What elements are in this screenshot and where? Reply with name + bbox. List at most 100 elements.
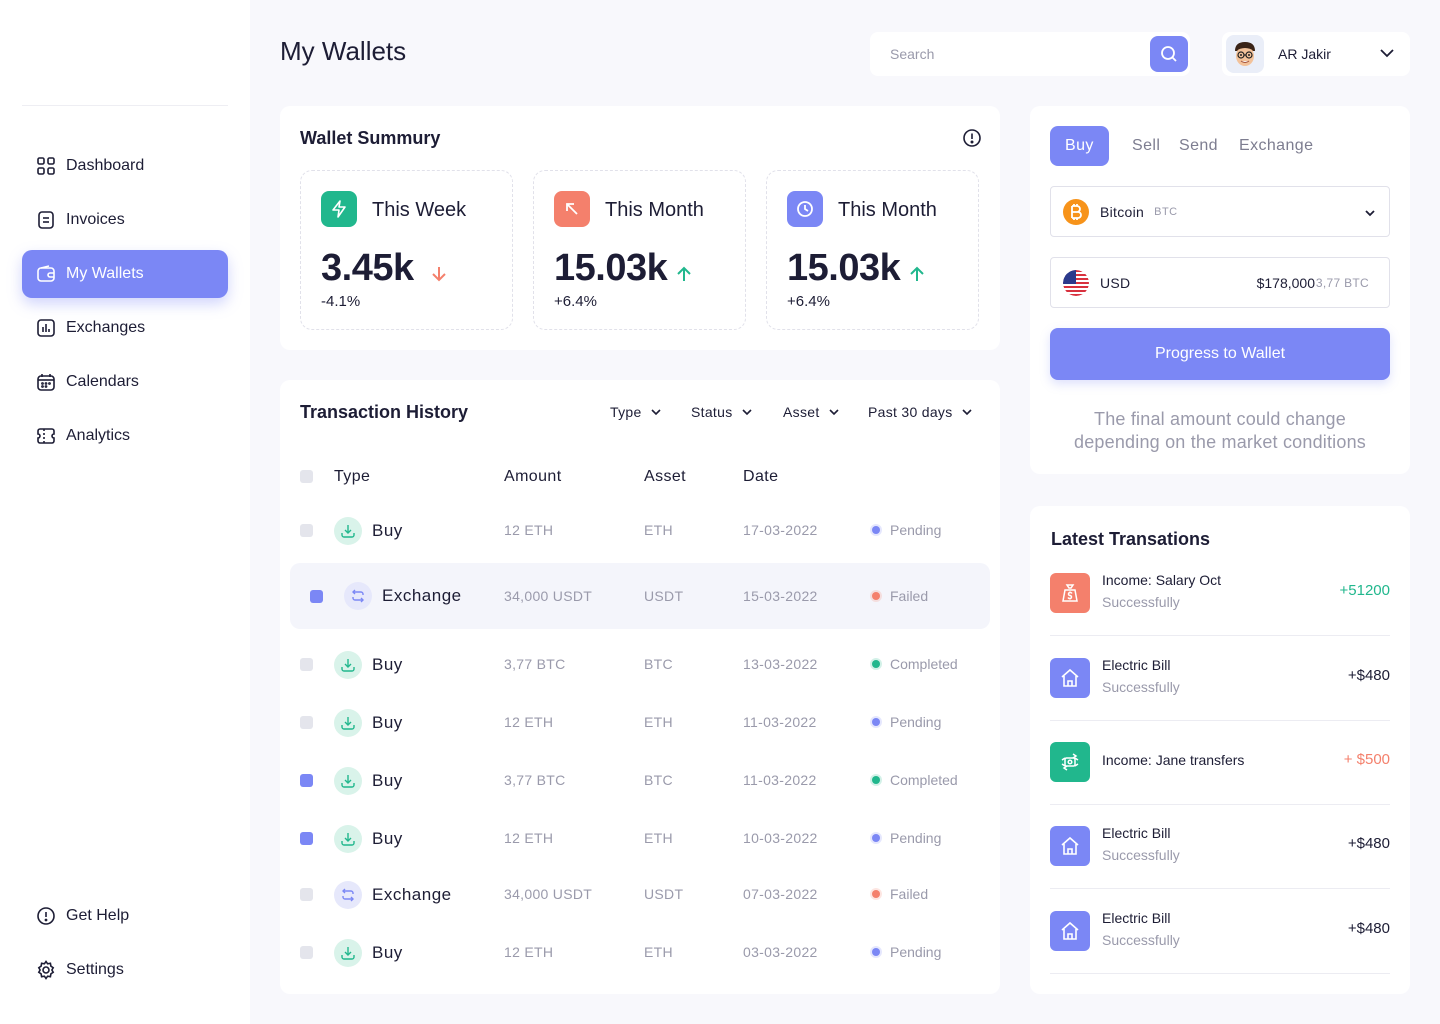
sidebar-item-label: Exchanges — [66, 319, 146, 336]
stat-card-this-month: This Month 15.03k +6.4% — [533, 170, 746, 330]
list-item[interactable]: Income: Salary Oct Successfully +51200 — [1050, 551, 1390, 636]
tab-buy[interactable]: Buy — [1050, 126, 1109, 166]
tab-send[interactable]: Send — [1179, 126, 1218, 166]
status-dot — [872, 592, 880, 600]
column-header-date[interactable]: Date — [743, 468, 778, 486]
column-header-type[interactable]: Type — [334, 468, 370, 486]
transfer-icon — [1050, 742, 1090, 782]
row-amount: 12 ETH — [504, 714, 554, 730]
table-row[interactable]: Exchange 34,000 USDT USDT 15-03-2022 Failed — [290, 563, 990, 629]
stat-value: 15.03k — [787, 247, 901, 289]
search-input[interactable] — [870, 32, 1140, 76]
wallet-summary-card: Wallet Summury This Week 3.45k -4.1% Thi… — [280, 106, 1000, 350]
row-checkbox[interactable] — [300, 888, 313, 901]
row-type: Buy — [372, 713, 403, 732]
tab-exchange[interactable]: Exchange — [1239, 126, 1313, 166]
latest-transactions-card: Latest Transations Income: Salary Oct Suc… — [1030, 506, 1410, 994]
stat-card-this-month-2: This Month 15.03k +6.4% — [766, 170, 979, 330]
status-dot — [872, 834, 880, 842]
transaction-amount: +$480 — [1347, 920, 1390, 937]
sidebar-item-invoices[interactable]: Invoices — [22, 196, 228, 244]
row-asset: ETH — [644, 714, 673, 730]
table-row[interactable]: Buy 12 ETH ETH 17-03-2022 Pending — [280, 502, 1000, 560]
status-dot — [872, 890, 880, 898]
search-box — [870, 32, 1190, 76]
table-row[interactable]: Exchange 34,000 USDT USDT 07-03-2022 Failed — [280, 866, 1000, 924]
table-row[interactable]: Buy 12 ETH ETH 11-03-2022 Pending — [280, 694, 1000, 752]
row-checkbox[interactable] — [300, 774, 313, 787]
status-label: Completed — [890, 656, 958, 672]
user-menu[interactable]: AR Jakir — [1222, 32, 1410, 76]
list-item[interactable]: Electric Bill Successfully +$480 — [1050, 889, 1390, 974]
transaction-status: Successfully — [1102, 847, 1180, 863]
invoice-icon — [38, 211, 54, 229]
transaction-amount: +$480 — [1347, 667, 1390, 684]
row-checkbox[interactable] — [300, 832, 313, 845]
info-icon[interactable] — [962, 128, 982, 148]
stat-label: This Month — [838, 199, 937, 221]
column-header-amount[interactable]: Amount — [504, 468, 562, 486]
transaction-status: Successfully — [1102, 932, 1180, 948]
row-asset: BTC — [644, 772, 673, 788]
row-type: Exchange — [382, 586, 462, 605]
table-row[interactable]: Buy 3,77 BTC BTC 11-03-2022 Completed — [280, 752, 1000, 810]
row-checkbox[interactable] — [300, 524, 313, 537]
table-row[interactable]: Buy 3,77 BTC BTC 13-03-2022 Completed — [280, 636, 1000, 694]
progress-to-wallet-button[interactable]: Progress to Wallet — [1050, 328, 1390, 380]
row-checkbox[interactable] — [300, 946, 313, 959]
stat-value: 15.03k — [554, 247, 668, 289]
sidebar-item-get-help[interactable]: Get Help — [22, 892, 228, 940]
row-checkbox[interactable] — [310, 590, 323, 603]
status-dot — [872, 718, 880, 726]
sidebar-item-calendars[interactable]: Calendars — [22, 358, 228, 406]
filter-status[interactable]: Status — [691, 404, 753, 420]
row-date: 10-03-2022 — [743, 830, 818, 846]
coin-select[interactable]: Bitcoin BTC — [1050, 186, 1390, 237]
download-icon — [334, 517, 362, 545]
list-item[interactable]: Electric Bill Successfully +$480 — [1050, 804, 1390, 889]
table-row[interactable]: Buy 12 ETH ETH 10-03-2022 Pending — [280, 810, 1000, 868]
wallet-summary-title: Wallet Summury — [300, 128, 441, 148]
sidebar-item-settings[interactable]: Settings — [22, 946, 228, 994]
filter-asset[interactable]: Asset — [783, 404, 840, 420]
sidebar-item-exchanges[interactable]: Exchanges — [22, 304, 228, 352]
sidebar-item-my-wallets[interactable]: My Wallets — [22, 250, 228, 298]
filter-label: Past 30 days — [868, 404, 953, 420]
column-header-asset[interactable]: Asset — [644, 468, 686, 486]
row-date: 11-03-2022 — [743, 714, 817, 730]
row-asset: USDT — [644, 588, 684, 604]
filter-label: Type — [610, 404, 642, 420]
sidebar-item-dashboard[interactable]: Dashboard — [22, 142, 228, 190]
chevron-down-icon[interactable] — [1378, 44, 1396, 62]
row-amount: 34,000 USDT — [504, 886, 593, 902]
filter-type[interactable]: Type — [610, 404, 662, 420]
transaction-history-card: Transaction History Type Status Asset Pa… — [280, 380, 1000, 994]
filter-date-range[interactable]: Past 30 days — [868, 404, 973, 420]
transaction-title: Electric Bill — [1102, 910, 1171, 926]
select-all-checkbox[interactable] — [300, 470, 313, 483]
row-amount: 34,000 USDT — [504, 588, 593, 604]
sidebar-item-label: Dashboard — [66, 157, 145, 174]
row-type: Buy — [372, 655, 403, 674]
bitcoin-icon — [1063, 198, 1089, 225]
table-row[interactable]: Buy 12 ETH ETH 03-03-2022 Pending — [280, 924, 1000, 982]
transaction-status: Successfully — [1102, 594, 1180, 610]
list-item[interactable]: Income: Jane transfers + $500 — [1050, 720, 1390, 805]
tab-sell[interactable]: Sell — [1132, 126, 1160, 166]
transaction-title: Electric Bill — [1102, 657, 1171, 673]
page-title: My Wallets — [280, 36, 407, 66]
search-icon — [1161, 46, 1177, 62]
search-button[interactable] — [1150, 36, 1188, 72]
amount-field[interactable]: USD $178,000 3,77 BTC — [1050, 257, 1390, 308]
row-checkbox[interactable] — [300, 716, 313, 729]
row-checkbox[interactable] — [300, 658, 313, 671]
row-type: Buy — [372, 771, 403, 790]
transaction-amount: + $500 — [1343, 751, 1390, 768]
row-date: 17-03-2022 — [743, 522, 818, 538]
user-name: AR Jakir — [1278, 46, 1331, 62]
transaction-title: Income: Jane transfers — [1102, 752, 1245, 768]
status-badge: Completed — [872, 772, 958, 788]
sidebar-item-analytics[interactable]: Analytics — [22, 412, 228, 460]
list-item[interactable]: Electric Bill Successfully +$480 — [1050, 636, 1390, 721]
row-asset: ETH — [644, 830, 673, 846]
